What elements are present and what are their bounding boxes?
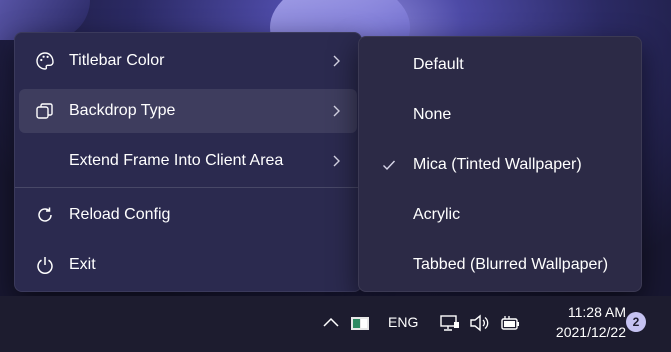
- menu-item-extend-frame[interactable]: Extend Frame Into Client Area: [19, 139, 357, 183]
- submenu-item-acrylic[interactable]: Acrylic: [363, 193, 637, 237]
- submenu-item-label: None: [413, 106, 452, 123]
- tray-context-menu: Titlebar Color Backdrop Type Extend Fram…: [14, 32, 362, 292]
- menu-item-label: Backdrop Type: [69, 102, 176, 119]
- menu-separator: [15, 187, 361, 188]
- menu-item-label: Exit: [69, 256, 96, 273]
- checkmark-icon: [383, 160, 396, 171]
- volume-icon[interactable]: [468, 312, 490, 334]
- menu-item-reload-config[interactable]: Reload Config: [19, 193, 357, 237]
- chevron-up-icon[interactable]: [320, 312, 342, 334]
- app-tray-icon[interactable]: [349, 312, 371, 334]
- menu-item-exit[interactable]: Exit: [19, 243, 357, 287]
- chevron-right-icon: [333, 105, 340, 117]
- clock-date[interactable]: 2021/12/22: [536, 324, 626, 340]
- backdrop-icon: [36, 103, 53, 119]
- chevron-right-icon: [333, 55, 340, 67]
- menu-item-label: Reload Config: [69, 206, 171, 223]
- submenu-item-mica[interactable]: Mica (Tinted Wallpaper): [363, 143, 637, 187]
- network-icon[interactable]: [439, 312, 461, 334]
- chevron-right-icon: [333, 155, 340, 167]
- clock-time[interactable]: 11:28 AM: [548, 304, 626, 320]
- reload-icon: [38, 207, 52, 222]
- submenu-item-tabbed[interactable]: Tabbed (Blurred Wallpaper): [363, 243, 637, 287]
- notification-badge[interactable]: 2: [626, 312, 646, 332]
- palette-icon: [36, 52, 54, 70]
- menu-item-label: Titlebar Color: [69, 52, 165, 69]
- taskbar: ENG 11:28 AM 2021/12/22 2: [0, 296, 671, 352]
- submenu-item-label: Tabbed (Blurred Wallpaper): [413, 256, 609, 273]
- menu-item-titlebar-color[interactable]: Titlebar Color: [19, 39, 357, 83]
- backdrop-type-submenu: Default None Mica (Tinted Wallpaper) Acr…: [358, 36, 642, 292]
- language-indicator[interactable]: ENG: [388, 314, 418, 330]
- submenu-item-label: Default: [413, 56, 464, 73]
- menu-item-backdrop-type[interactable]: Backdrop Type: [19, 89, 357, 133]
- submenu-item-label: Acrylic: [413, 206, 461, 223]
- battery-icon[interactable]: [499, 312, 521, 334]
- menu-item-label: Extend Frame Into Client Area: [69, 152, 284, 169]
- submenu-item-default[interactable]: Default: [363, 43, 637, 87]
- submenu-item-label: Mica (Tinted Wallpaper): [413, 156, 582, 173]
- power-icon: [37, 257, 53, 274]
- submenu-item-none[interactable]: None: [363, 93, 637, 137]
